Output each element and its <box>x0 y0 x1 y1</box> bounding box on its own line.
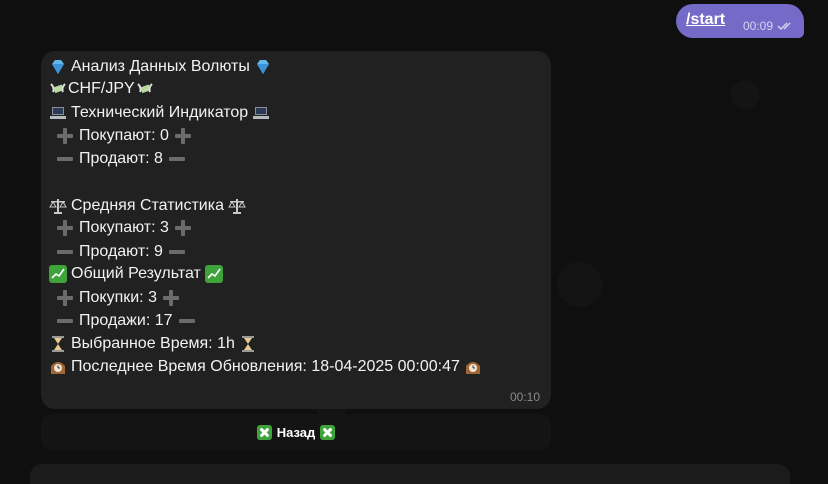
cross-mark-button-icon <box>256 424 272 440</box>
balance-scale-icon <box>228 199 246 214</box>
heavy-plus-icon <box>174 128 191 144</box>
laptop-icon <box>253 107 270 119</box>
diamond-icon <box>52 60 64 74</box>
msg-line-sell-1: Продают: 8 <box>51 148 191 170</box>
outgoing-time: 00:09 <box>742 19 773 33</box>
hourglass-icon <box>52 336 64 352</box>
chart-yen-icon <box>49 265 67 283</box>
heavy-minus-icon <box>168 151 185 167</box>
heavy-minus-icon <box>168 244 185 260</box>
msg-line-overall-result: Общий Результат <box>49 263 223 285</box>
heavy-minus-icon <box>57 151 73 167</box>
heavy-minus-icon <box>57 313 73 329</box>
mantelpiece-clock-icon <box>465 362 480 374</box>
double-check-icon <box>777 22 791 31</box>
mantelpiece-clock-icon <box>51 362 65 374</box>
msg-line-title: Анализ Данных Волюты <box>49 56 272 78</box>
money-with-wings-icon <box>50 83 66 94</box>
incoming-message[interactable]: Анализ Данных Волюты CHF/JPY Технический… <box>41 51 551 409</box>
msg-line-selected-time: Выбранное Время: 1h <box>49 333 257 355</box>
msg-line-sales: Продажи: 17 <box>51 310 201 332</box>
heavy-plus-icon <box>57 220 73 236</box>
back-button-label: Назад <box>276 424 316 440</box>
msg-line-buy-2: Покупают: 3 <box>51 217 197 239</box>
outgoing-message[interactable]: /start 00:09 <box>676 4 804 38</box>
heavy-plus-icon <box>57 290 73 306</box>
balance-scale-icon <box>49 199 67 214</box>
cross-mark-button-icon <box>320 424 336 440</box>
heavy-minus-icon <box>178 313 195 329</box>
msg-line-pair: CHF/JPY <box>49 78 158 100</box>
back-button[interactable]: Назад <box>41 414 551 450</box>
heavy-plus-icon <box>162 290 179 306</box>
heavy-plus-icon <box>174 220 191 236</box>
start-command-link[interactable]: /start <box>686 11 725 29</box>
msg-line-buy-1: Покупают: 0 <box>51 125 197 147</box>
msg-line-purchases: Покупки: 3 <box>51 287 185 309</box>
laptop-icon <box>50 107 66 119</box>
msg-line-tech-indicator: Технический Индикатор <box>49 102 270 124</box>
heavy-minus-icon <box>57 244 73 260</box>
outgoing-meta: 00:09 <box>743 19 794 33</box>
incoming-time: 00:10 <box>509 390 540 404</box>
diamond-icon <box>256 60 269 74</box>
msg-line-last-update: Последнее Время Обновления: 18-04-2025 0… <box>49 356 482 378</box>
msg-line-sell-2: Продают: 9 <box>51 241 191 263</box>
hourglass-icon <box>241 336 254 352</box>
heavy-plus-icon <box>57 128 73 144</box>
money-with-wings-icon <box>136 83 153 94</box>
chart-yen-icon <box>204 265 223 283</box>
message-input-bar[interactable] <box>30 464 790 484</box>
msg-line-average-stats: Средняя Статистика <box>49 195 246 217</box>
